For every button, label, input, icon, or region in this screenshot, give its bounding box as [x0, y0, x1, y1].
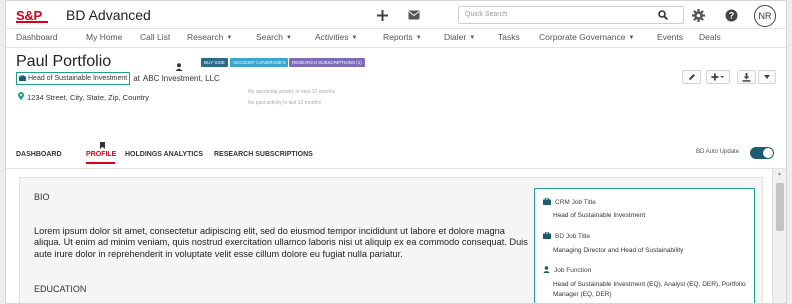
scroll-up-arrow-icon[interactable]: ▲ — [777, 171, 782, 177]
scroll-thumb[interactable] — [776, 183, 784, 231]
chevron-down-icon: ▼ — [628, 35, 635, 41]
nav-corporate-governance[interactable]: Corporate Governance ▼ — [539, 32, 634, 42]
nav-dashboard[interactable]: Dashboard — [16, 32, 58, 42]
tab-dashboard[interactable]: DASHBOARD — [16, 151, 62, 158]
chevron-down-icon: ▼ — [351, 35, 358, 41]
crm-job-title-label: CRM Job Title — [543, 197, 596, 207]
tag-buy-side[interactable]: BUY SIDE — [201, 58, 228, 67]
pencil-icon — [688, 74, 695, 80]
job-line: Head of Sustainable Investment at ABC In… — [16, 72, 220, 85]
sp-logo[interactable]: S&P — [16, 7, 48, 23]
bio-heading: BIO — [34, 192, 50, 202]
edit-button[interactable] — [682, 70, 701, 84]
education-heading: EDUCATION — [34, 284, 87, 294]
chevron-down-icon: ▼ — [226, 35, 233, 41]
app-name: BD Advanced — [66, 7, 151, 23]
address: 1234 Street, City, State, Zip, Country — [27, 92, 149, 102]
bd-auto-update-label: BD Auto Update — [696, 149, 740, 155]
tag-research-subscriptions[interactable]: RESEARCH SUBSCRIPTIONS (1) — [289, 58, 365, 67]
plus-dropdown-icon — [711, 73, 724, 81]
bd-job-title-label: BD Job Title — [543, 231, 590, 241]
bd-job-title-value: Managing Director and Head of Sustainabi… — [553, 247, 684, 254]
avatar[interactable]: NR — [754, 5, 776, 27]
job-title-highlight: Head of Sustainable Investment — [16, 72, 131, 85]
mail-icon[interactable] — [405, 6, 423, 24]
gear-icon[interactable] — [689, 6, 707, 24]
bio-text: Lorem ipsum dolor sit amet, consectetur … — [34, 226, 528, 259]
svg-text:?: ? — [728, 10, 734, 20]
chevron-down-icon: ▼ — [285, 35, 292, 41]
active-tab-underline — [86, 162, 115, 164]
nav-tasks[interactable]: Tasks — [498, 32, 520, 42]
nav-reports[interactable]: Reports ▼ — [383, 32, 422, 42]
nav-research[interactable]: Research ▼ — [187, 32, 232, 42]
tab-profile[interactable]: PROFILE — [86, 151, 116, 158]
briefcase-icon — [543, 231, 551, 241]
main-nav: Dashboard My Home Call List Research ▼ Se… — [6, 30, 786, 48]
map-pin-icon — [18, 92, 24, 102]
address-line: 1234 Street, City, State, Zip, Country — [18, 92, 149, 102]
nav-call-list[interactable]: Call List — [140, 32, 170, 42]
chevron-down-icon — [764, 75, 770, 79]
job-details-panel: CRM Job Title Head of Sustainable Invest… — [534, 188, 755, 303]
upcoming-activity: No upcoming activity in next 12 months — [248, 89, 335, 95]
profile-content: BIO Lorem ipsum dolor sit amet, consecte… — [19, 177, 763, 303]
job-title: Head of Sustainable Investment — [28, 75, 128, 82]
nav-events[interactable]: Events — [657, 32, 683, 42]
nav-activities[interactable]: Activities ▼ — [315, 32, 358, 42]
search-icon[interactable] — [654, 6, 672, 24]
more-dropdown-button[interactable] — [758, 70, 776, 84]
person-icon — [543, 266, 550, 275]
person-name: Paul Portfolio — [16, 53, 112, 70]
bookmark-icon — [100, 142, 105, 149]
past-activity: No past activity in last 12 months — [248, 100, 322, 106]
profile-tabs: DASHBOARD PROFILE HOLDINGS ANALYTICS RES… — [6, 139, 786, 169]
nav-dialer[interactable]: Dialer ▼ — [444, 32, 475, 42]
scrollbar[interactable]: ▲ — [772, 169, 786, 303]
tab-holdings-analytics[interactable]: HOLDINGS ANALYTICS — [125, 151, 203, 158]
company-name[interactable]: ABC Investment, LLC — [143, 74, 220, 83]
crm-job-title-value: Head of Sustainable Investment — [553, 212, 646, 219]
help-icon[interactable]: ? — [722, 6, 740, 24]
download-icon — [742, 72, 751, 82]
download-button[interactable] — [737, 70, 756, 84]
tab-research-subscriptions[interactable]: RESEARCH SUBSCRIPTIONS — [214, 151, 313, 158]
nav-my-home[interactable]: My Home — [86, 32, 122, 42]
top-bar: S&P BD Advanced Quick Search ? NR — [6, 1, 786, 29]
job-function-value: Head of Sustainable Investment (EQ), Ana… — [553, 281, 746, 298]
nav-search[interactable]: Search ▼ — [256, 32, 292, 42]
search-input[interactable]: Quick Search — [458, 6, 684, 24]
tag-account-coverage[interactable]: ACCOUNT COVERAGE ▾ — [230, 58, 289, 67]
nav-deals[interactable]: Deals — [699, 32, 721, 42]
bd-auto-update-toggle[interactable] — [750, 147, 774, 159]
job-at: at — [133, 74, 140, 83]
person-icon — [175, 58, 183, 71]
plus-icon[interactable] — [373, 6, 391, 24]
job-function-label: Job Function — [543, 266, 591, 275]
add-button[interactable] — [706, 70, 730, 84]
app-window: S&P BD Advanced Quick Search ? NR Dashbo… — [5, 0, 787, 304]
briefcase-icon — [19, 74, 26, 83]
chevron-down-icon: ▼ — [469, 35, 476, 41]
chevron-down-icon: ▼ — [415, 35, 422, 41]
briefcase-icon — [543, 197, 551, 207]
